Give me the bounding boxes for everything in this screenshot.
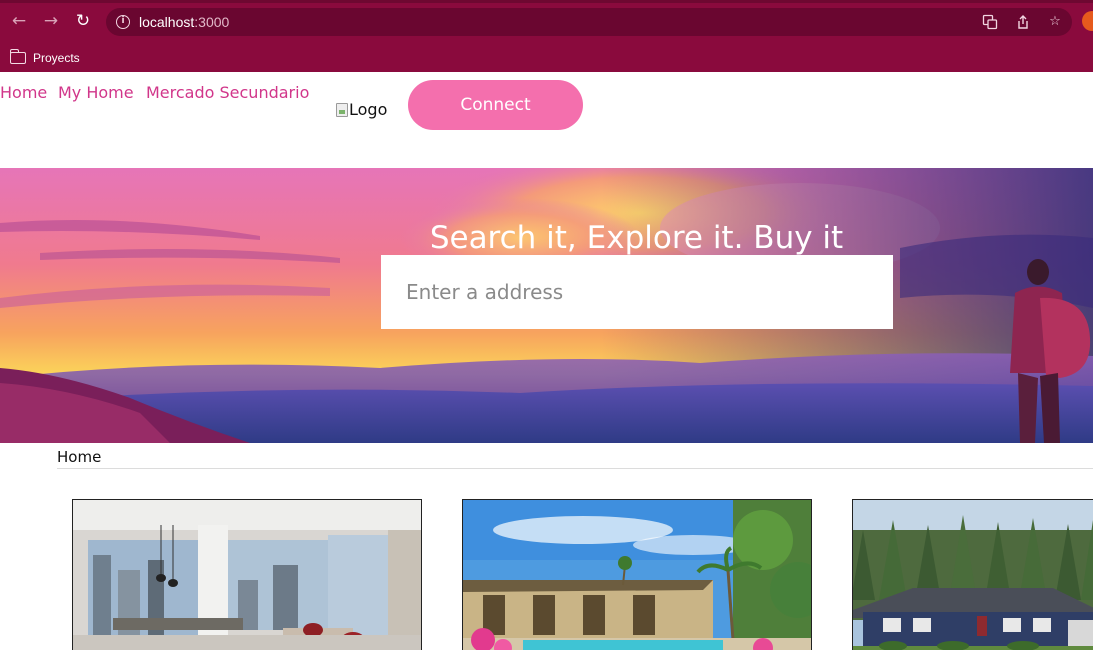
broken-image-icon (336, 102, 348, 117)
browser-toolbar: ← → ↻ i localhost:3000 ☆ (0, 0, 1093, 44)
info-icon[interactable]: i (116, 15, 130, 29)
breadcrumb-current: Home (57, 448, 102, 466)
property-card[interactable] (852, 499, 1093, 650)
connect-button[interactable]: Connect (408, 80, 583, 130)
hero-title: Search it, Explore it. Buy it (429, 220, 844, 256)
folder-icon (9, 49, 26, 64)
breadcrumb-divider (57, 468, 1093, 469)
nav-link-home[interactable]: Home (0, 83, 47, 102)
hero-banner: Search it, Explore it. Buy it (0, 168, 1093, 443)
bookmark-label: Proyects (33, 51, 80, 65)
page-content: Home My Home Mercado Secundario Logo Con… (0, 72, 1093, 650)
property-image-apartment-interior (73, 500, 421, 650)
tab-strip-edge (0, 0, 1093, 3)
star-icon[interactable]: ☆ (1047, 14, 1063, 30)
extension-icon[interactable] (1082, 11, 1093, 31)
address-bar[interactable]: i localhost:3000 ☆ (106, 8, 1072, 36)
reload-icon[interactable]: ↻ (73, 11, 93, 31)
top-navigation: Home My Home Mercado Secundario Logo Con… (0, 72, 1093, 168)
address-search-input[interactable] (381, 255, 893, 329)
logo-alt-text: Logo (349, 100, 388, 119)
url-text[interactable]: localhost:3000 (139, 14, 229, 30)
translate-icon[interactable] (982, 14, 998, 30)
property-card[interactable] (462, 499, 812, 650)
bookmarks-bar: Proyects (0, 44, 1093, 72)
nav-link-mercado-secundario[interactable]: Mercado Secundario (146, 83, 309, 102)
property-card[interactable] (72, 499, 422, 650)
back-icon[interactable]: ← (9, 11, 29, 31)
bookmark-folder-proyects[interactable]: Proyects (9, 49, 80, 67)
share-icon[interactable] (1015, 14, 1031, 30)
nav-link-my-home[interactable]: My Home (58, 83, 134, 102)
forward-icon[interactable]: → (41, 11, 61, 31)
property-image-suburban-house (853, 500, 1093, 650)
logo[interactable]: Logo (336, 100, 387, 119)
property-image-pool-house (463, 500, 811, 650)
